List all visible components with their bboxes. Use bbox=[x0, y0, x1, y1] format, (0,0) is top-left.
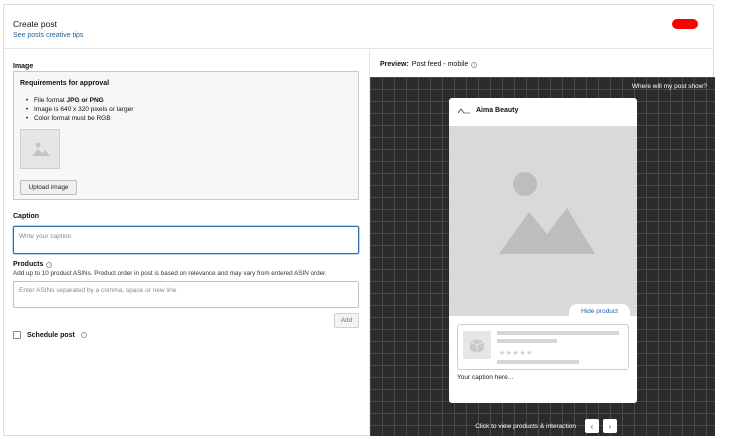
where-post-shows-link[interactable]: Where will my post show? bbox=[632, 83, 707, 90]
brand-name: Aima Beauty bbox=[476, 107, 519, 114]
product-card-placeholder: ★★★★★ bbox=[457, 324, 629, 370]
preview-label-bold: Preview: bbox=[380, 61, 409, 68]
price-line-placeholder bbox=[497, 360, 579, 364]
requirement-item: Image is 640 x 320 pixels or larger bbox=[26, 105, 133, 114]
schedule-post-row: Schedule post i bbox=[13, 331, 87, 339]
title-line-placeholder bbox=[497, 339, 557, 343]
preview-panel: Preview: Post feed - mobile i Where will… bbox=[369, 50, 715, 436]
image-placeholder bbox=[20, 129, 60, 169]
page-title: Create post bbox=[13, 19, 57, 29]
mobile-post-preview: Aima Beauty Hide product ★★★★★ Your capt… bbox=[449, 98, 637, 403]
previous-arrow-button[interactable]: ‹ bbox=[585, 419, 599, 433]
post-form: Image Requirements for approval File for… bbox=[4, 50, 368, 435]
info-icon[interactable]: i bbox=[46, 261, 53, 268]
requirement-item: Color format must be RGB bbox=[26, 114, 133, 123]
image-placeholder-icon bbox=[499, 172, 595, 254]
brand-logo-icon bbox=[457, 107, 470, 113]
asin-input[interactable]: Enter ASINs separated by a comma, space … bbox=[13, 281, 359, 308]
products-label-text: Products bbox=[13, 261, 44, 268]
preview-mode: Post feed - mobile bbox=[411, 61, 469, 68]
title-line-placeholder bbox=[497, 331, 619, 335]
products-help-text: Add up to 10 product ASINs. Product orde… bbox=[13, 270, 327, 277]
create-post-panel: Create post See posts creative tips Imag… bbox=[3, 4, 715, 436]
creative-tips-link[interactable]: See posts creative tips bbox=[13, 32, 83, 39]
info-icon[interactable]: i bbox=[80, 332, 87, 338]
view-products-text: Click to view products & interaction bbox=[475, 422, 576, 430]
requirements-list: File format JPG or PNG Image is 640 x 32… bbox=[26, 96, 133, 123]
requirement-item: File format JPG or PNG bbox=[26, 96, 133, 105]
hide-product-tab[interactable]: Hide product bbox=[569, 304, 630, 319]
next-arrow-button[interactable]: › bbox=[603, 419, 617, 433]
box-icon bbox=[469, 339, 485, 353]
upload-image-button[interactable]: Upload image bbox=[20, 180, 77, 195]
post-image-placeholder bbox=[449, 126, 637, 316]
image-requirements-box: Requirements for approval File format JP… bbox=[13, 71, 359, 200]
preview-footer: Click to view products & interaction ‹ › bbox=[370, 419, 715, 433]
preview-canvas: Where will my post show? Aima Beauty Hid bbox=[370, 77, 715, 436]
caption-input[interactable]: Write your caption bbox=[13, 226, 359, 254]
schedule-post-checkbox[interactable] bbox=[13, 331, 21, 339]
schedule-post-label: Schedule post bbox=[27, 331, 75, 339]
brand-row: Aima Beauty bbox=[457, 107, 518, 114]
requirements-title: Requirements for approval bbox=[20, 80, 110, 87]
products-label: Products i bbox=[13, 261, 53, 268]
image-placeholder-icon bbox=[32, 142, 50, 156]
redacted-badge bbox=[672, 19, 698, 29]
panel-header: Create post See posts creative tips bbox=[4, 5, 713, 49]
image-section-label: Image bbox=[13, 63, 34, 70]
caption-label: Caption bbox=[13, 213, 40, 220]
caption-preview: Your caption here... bbox=[457, 374, 514, 381]
info-icon[interactable]: i bbox=[471, 61, 478, 68]
add-button[interactable]: Add bbox=[334, 313, 359, 328]
preview-label: Preview: Post feed - mobile i bbox=[380, 61, 478, 68]
product-image-placeholder bbox=[463, 331, 491, 359]
rating-stars-placeholder: ★★★★★ bbox=[499, 350, 533, 357]
